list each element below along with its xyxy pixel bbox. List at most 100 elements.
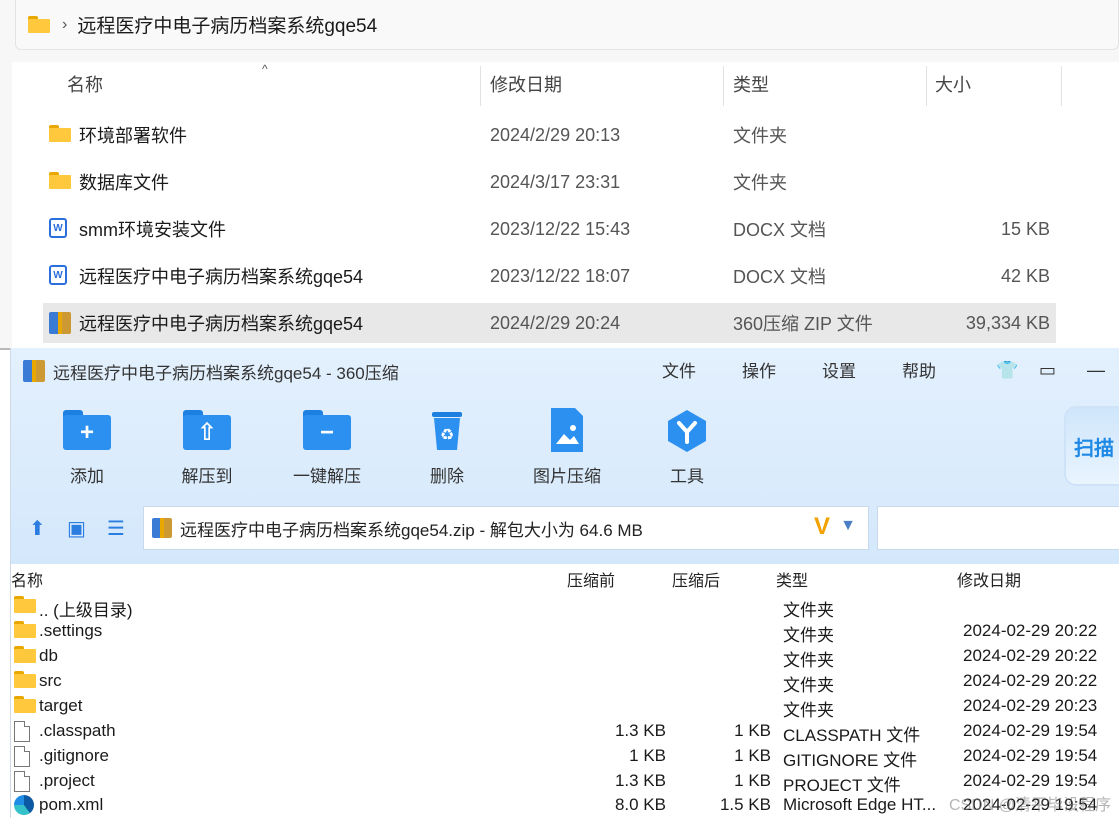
file-row[interactable]: 环境部署软件 2024/2/29 20:13 文件夹 (43, 115, 1056, 155)
thumbnail-view-icon[interactable]: ▣ (67, 516, 86, 541)
address-bar[interactable]: › 远程医疗中电子病历档案系统gqe54 (15, 0, 1119, 50)
folder-icon (14, 596, 36, 613)
search-input[interactable] (877, 506, 1119, 550)
wps-doc-icon: W (49, 218, 67, 238)
file-type: 文件夹 (733, 126, 787, 146)
column-divider[interactable] (1061, 66, 1062, 106)
file-row-selected[interactable]: 远程医疗中电子病历档案系统gqe54 2024/2/29 20:24 360压缩… (43, 303, 1056, 343)
entry-compressed-size: 1 KB (734, 721, 771, 740)
entry-date: 2024-02-29 20:23 (963, 696, 1098, 715)
archive-row[interactable]: target 文件夹 2024-02-29 20:23 (11, 694, 1119, 720)
folder-icon (14, 621, 36, 638)
one-click-folder-icon: − (303, 410, 351, 450)
entry-type: 文件夹 (783, 601, 834, 620)
zip-icon (152, 518, 172, 538)
svg-text:♻: ♻ (440, 425, 454, 444)
minimize-icon[interactable]: — (1087, 360, 1105, 381)
extract-folder-icon: ⇧ (183, 410, 231, 450)
tools-button[interactable]: 工具 (632, 408, 742, 487)
up-arrow-icon[interactable]: ⬆ (29, 516, 46, 541)
entry-date: 2024-02-29 20:22 (963, 621, 1098, 640)
v-logo-icon[interactable]: V (814, 513, 830, 541)
sort-ascending-icon: ^ (262, 62, 268, 76)
column-header-compressed-size[interactable]: 压缩后 (672, 567, 720, 591)
column-header-date[interactable]: 修改日期 (957, 567, 1021, 591)
tools-hexagon-icon (668, 410, 706, 452)
file-name: 数据库文件 (79, 173, 169, 193)
file-row[interactable]: W 远程医疗中电子病历档案系统gqe54 2023/12/22 18:07 DO… (43, 256, 1056, 296)
file-size: 39,334 KB (965, 312, 1050, 333)
archive-row[interactable]: .settings 文件夹 2024-02-29 20:22 (11, 619, 1119, 645)
feedback-icon[interactable]: ▭ (1039, 360, 1056, 381)
image-compress-button[interactable]: 图片压缩 (512, 408, 622, 487)
file-date: 2024/2/29 20:24 (490, 312, 621, 333)
column-divider[interactable] (480, 66, 481, 106)
column-header-name[interactable]: 名称 (67, 62, 103, 106)
entry-name: .project (39, 771, 95, 790)
archive-list-header: 名称 压缩前 压缩后 类型 修改日期 (11, 564, 1119, 590)
wps-doc-icon: W (49, 265, 67, 285)
archive-row[interactable]: .gitignore 1 KB 1 KB GITIGNORE 文件 2024-0… (11, 744, 1119, 770)
folder-icon (49, 172, 71, 189)
entry-name: .settings (39, 621, 103, 640)
list-view-icon[interactable]: ☰ (107, 516, 125, 541)
menu-operation[interactable]: 操作 (742, 357, 776, 382)
file-row[interactable]: 数据库文件 2024/3/17 23:31 文件夹 (43, 162, 1056, 202)
file-list: ^ 名称 修改日期 类型 大小 环境部署软件 2024/2/29 20:13 文… (12, 62, 1119, 348)
delete-button[interactable]: ♻ 删除 (392, 408, 502, 487)
file-name: 远程医疗中电子病历档案系统gqe54 (79, 267, 364, 287)
add-button[interactable]: + 添加 (32, 408, 142, 487)
file-size: 42 KB (1000, 265, 1050, 286)
zip-icon (49, 312, 71, 334)
column-header-type[interactable]: 类型 (776, 567, 808, 591)
zip-icon (23, 360, 45, 382)
one-click-extract-button[interactable]: − 一键解压 (272, 408, 382, 487)
extract-to-button[interactable]: ⇧ 解压到 (152, 408, 262, 487)
archive-row[interactable]: .. (上级目录) 文件夹 (11, 594, 1119, 620)
archive-row[interactable]: src 文件夹 2024-02-29 20:22 (11, 669, 1119, 695)
column-header-date[interactable]: 修改日期 (490, 62, 562, 106)
column-divider[interactable] (926, 66, 927, 106)
scan-label: 扫描 (1074, 437, 1114, 460)
file-name: 远程医疗中电子病历档案系统gqe54 (79, 314, 364, 334)
menu-file[interactable]: 文件 (662, 357, 696, 382)
entry-original-size: 8.0 KB (614, 795, 666, 814)
entry-compressed-size: 1 KB (734, 771, 771, 790)
chevron-down-icon[interactable]: ▼ (840, 517, 856, 535)
archive-row[interactable]: db 文件夹 2024-02-29 20:22 (11, 644, 1119, 670)
chevron-right-icon[interactable]: › (62, 16, 67, 34)
file-icon (14, 746, 30, 767)
file-date: 2024/3/17 23:31 (490, 171, 621, 192)
entry-compressed-size: 1 KB (734, 746, 771, 765)
column-divider[interactable] (723, 66, 724, 106)
file-date: 2024/2/29 20:13 (490, 124, 621, 145)
file-row[interactable]: W smm环境安装文件 2023/12/22 15:43 DOCX 文档 15 … (43, 209, 1056, 249)
file-size: 15 KB (1000, 218, 1050, 239)
window-title-text: 远程医疗中电子病历档案系统gqe54 - 360压缩 (53, 363, 399, 383)
folder-icon (49, 125, 71, 142)
one-click-extract-label: 一键解压 (293, 467, 361, 486)
entry-type: 文件夹 (783, 676, 834, 695)
skin-shirt-icon[interactable]: 👕 (996, 360, 1018, 381)
file-type: DOCX 文档 (733, 220, 827, 240)
entry-name: src (39, 671, 62, 690)
menu-help[interactable]: 帮助 (902, 357, 936, 382)
column-header-original-size[interactable]: 压缩前 (567, 567, 615, 591)
column-header-name[interactable]: 名称 (11, 567, 43, 591)
entry-name: .. (上级目录) (39, 601, 133, 620)
zip-header: 远程医疗中电子病历档案系统gqe54 - 360压缩 文件 操作 设置 帮助 👕… (11, 348, 1119, 564)
scan-button[interactable]: 扫描 (1064, 406, 1119, 486)
column-header-size[interactable]: 大小 (935, 62, 971, 106)
entry-date: 2024-02-29 19:54 (963, 721, 1098, 740)
breadcrumb[interactable]: 远程医疗中电子病历档案系统gqe54 (77, 11, 377, 38)
archive-path-field[interactable]: 远程医疗中电子病历档案系统gqe54.zip - 解包大小为 64.6 MB V… (143, 506, 869, 550)
archive-row[interactable]: .classpath 1.3 KB 1 KB CLASSPATH 文件 2024… (11, 719, 1119, 745)
add-folder-icon: + (63, 410, 111, 450)
entry-type: 文件夹 (783, 626, 834, 645)
extract-to-label: 解压到 (181, 467, 233, 486)
column-header-type[interactable]: 类型 (733, 62, 769, 106)
file-type: 文件夹 (733, 173, 787, 193)
menu-settings[interactable]: 设置 (822, 357, 856, 382)
file-date: 2023/12/22 15:43 (490, 218, 631, 239)
file-explorer-window: › 远程医疗中电子病历档案系统gqe54 ^ 名称 修改日期 类型 大小 环境部… (0, 0, 1119, 348)
